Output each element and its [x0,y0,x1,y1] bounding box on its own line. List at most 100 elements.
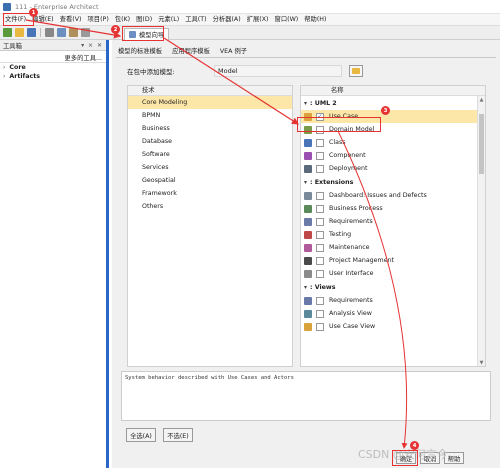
technology-item[interactable]: Software [128,148,292,161]
pattern-checkbox[interactable] [316,217,324,226]
menu-diagram[interactable]: 图(D) [133,14,155,26]
pattern-row-class[interactable]: Class [301,136,485,149]
menu-file[interactable]: 文件(F) [2,14,29,26]
tab-standard-templates[interactable]: 模型的标准模板 [116,46,165,58]
pattern-group-label: : UML 2 [310,99,337,107]
wizard-tabs: 模型的标准模板 应用程序模板 VEA 例子 [116,46,249,58]
tab-app-templates[interactable]: 应用程序模板 [170,46,212,57]
component-icon [304,151,312,160]
pattern-row-deployment[interactable]: Deployment [301,162,485,175]
menu-analyzer[interactable]: 分析器(A) [210,14,244,26]
undo-icon[interactable] [81,28,90,37]
pattern-row-maintenance[interactable]: Maintenance [301,241,485,254]
cut-icon[interactable] [45,28,54,37]
technology-item[interactable]: Geospatial [128,174,292,187]
pattern-checkbox[interactable] [316,191,324,200]
pattern-row-requirements[interactable]: Requirements [301,215,485,228]
pattern-row-dashboard[interactable]: Dashboard: Issues and Defects [301,189,485,202]
pattern-label: Testing [329,231,352,238]
pattern-checkbox[interactable] [316,230,324,239]
scroll-down-icon[interactable]: ▼ [478,360,485,366]
pattern-row-domain-model[interactable]: Domain Model [301,123,485,136]
tab-vea-examples[interactable]: VEA 例子 [218,46,249,57]
chevron-down-icon: ▾ [304,99,308,107]
menu-project[interactable]: 项目(P) [84,14,111,26]
analysis-view-icon [304,309,312,318]
scroll-thumb[interactable] [479,114,484,174]
model-wizard-tab[interactable]: 模型向导 [124,28,170,40]
toolbox-group-artifacts[interactable]: › Artifacts [0,72,106,81]
scroll-up-icon[interactable]: ▲ [478,97,485,103]
annotation-badge-2: 2 [111,25,120,34]
pattern-checkbox[interactable] [316,204,324,213]
save-icon[interactable] [27,28,36,37]
folder-icon [352,68,360,74]
pattern-row-project-management[interactable]: Project Management [301,254,485,267]
copy-icon[interactable] [57,28,66,37]
technology-item-core-modeling[interactable]: Core Modeling [128,96,292,109]
select-all-button[interactable]: 全选(A) [126,428,156,442]
pattern-checkbox[interactable] [316,256,324,265]
toolbox-header: 工具箱 ▾ ⨯ ✕ [0,40,106,51]
pattern-row-business-process[interactable]: Business Process [301,202,485,215]
select-none-button[interactable]: 不选(E) [163,428,193,442]
pattern-checkbox[interactable] [316,164,324,173]
pattern-label: Requirements [329,297,373,304]
menu-view[interactable]: 查看(V) [57,14,85,26]
toolbox-group-core[interactable]: › Core [0,63,106,72]
menu-element[interactable]: 元素(L) [155,14,182,26]
chevron-right-icon: › [3,64,6,71]
menu-extensions[interactable]: 扩展(X) [244,14,272,26]
technology-header: 技术 [128,86,292,96]
deployment-icon [304,164,312,173]
annotation-badge-4: 4 [410,441,419,450]
menu-package[interactable]: 包(K) [112,14,133,26]
new-project-icon[interactable] [3,28,12,37]
pattern-checkbox[interactable] [316,125,324,134]
menu-tools[interactable]: 工具(T) [182,14,209,26]
more-tools-link[interactable]: 更多的工具... [0,51,106,63]
pattern-checkbox[interactable] [316,309,324,318]
pattern-checkbox[interactable]: ✓ [316,112,324,121]
menu-help[interactable]: 帮助(H) [301,14,329,26]
pattern-checkbox[interactable] [316,296,324,305]
chevron-down-icon: ▾ [304,178,308,186]
pattern-row-use-case-view[interactable]: Use Case View [301,320,485,333]
technology-item[interactable]: Others [128,200,292,213]
pattern-checkbox[interactable] [316,138,324,147]
pattern-scrollbar[interactable]: ▲ ▼ [477,96,485,366]
pattern-label: User Interface [329,270,374,277]
pattern-row-use-case[interactable]: ✓ Use Case [301,110,485,123]
pattern-row-requirements-view[interactable]: Requirements [301,294,485,307]
pattern-checkbox[interactable] [316,269,324,278]
toolbox-header-icons[interactable]: ▾ ⨯ ✕ [81,42,103,49]
menu-window[interactable]: 窗口(W) [272,14,302,26]
pattern-row-component[interactable]: Component [301,149,485,162]
pattern-group-extensions[interactable]: ▾ : Extensions [301,175,485,189]
pattern-checkbox[interactable] [316,151,324,160]
wizard-icon [129,31,136,38]
pattern-checkbox[interactable] [316,243,324,252]
browse-package-button[interactable] [349,65,363,77]
technology-item[interactable]: BPMN [128,109,292,122]
class-icon [304,138,312,147]
package-input[interactable]: Model [214,65,342,77]
pattern-row-analysis-view[interactable]: Analysis View [301,307,485,320]
technology-item[interactable]: Services [128,161,292,174]
pattern-row-testing[interactable]: Testing [301,228,485,241]
paste-icon[interactable] [69,28,78,37]
model-wizard-tab-label: 模型向导 [139,32,165,39]
pattern-checkbox[interactable] [316,322,324,331]
technology-item[interactable]: Framework [128,187,292,200]
open-folder-icon[interactable] [15,28,24,37]
pattern-group-label: : Extensions [310,178,354,186]
technology-item[interactable]: Database [128,135,292,148]
maintenance-icon [304,243,312,252]
pattern-label: Deployment [329,165,368,172]
technology-item[interactable]: Business [128,122,292,135]
pattern-row-user-interface[interactable]: User Interface [301,267,485,280]
pattern-group-uml2[interactable]: ▾ : UML 2 [301,96,485,110]
requirements-icon [304,217,312,226]
pattern-description: System behavior described with Use Cases… [121,371,491,421]
pattern-group-views[interactable]: ▾ : Views [301,280,485,294]
